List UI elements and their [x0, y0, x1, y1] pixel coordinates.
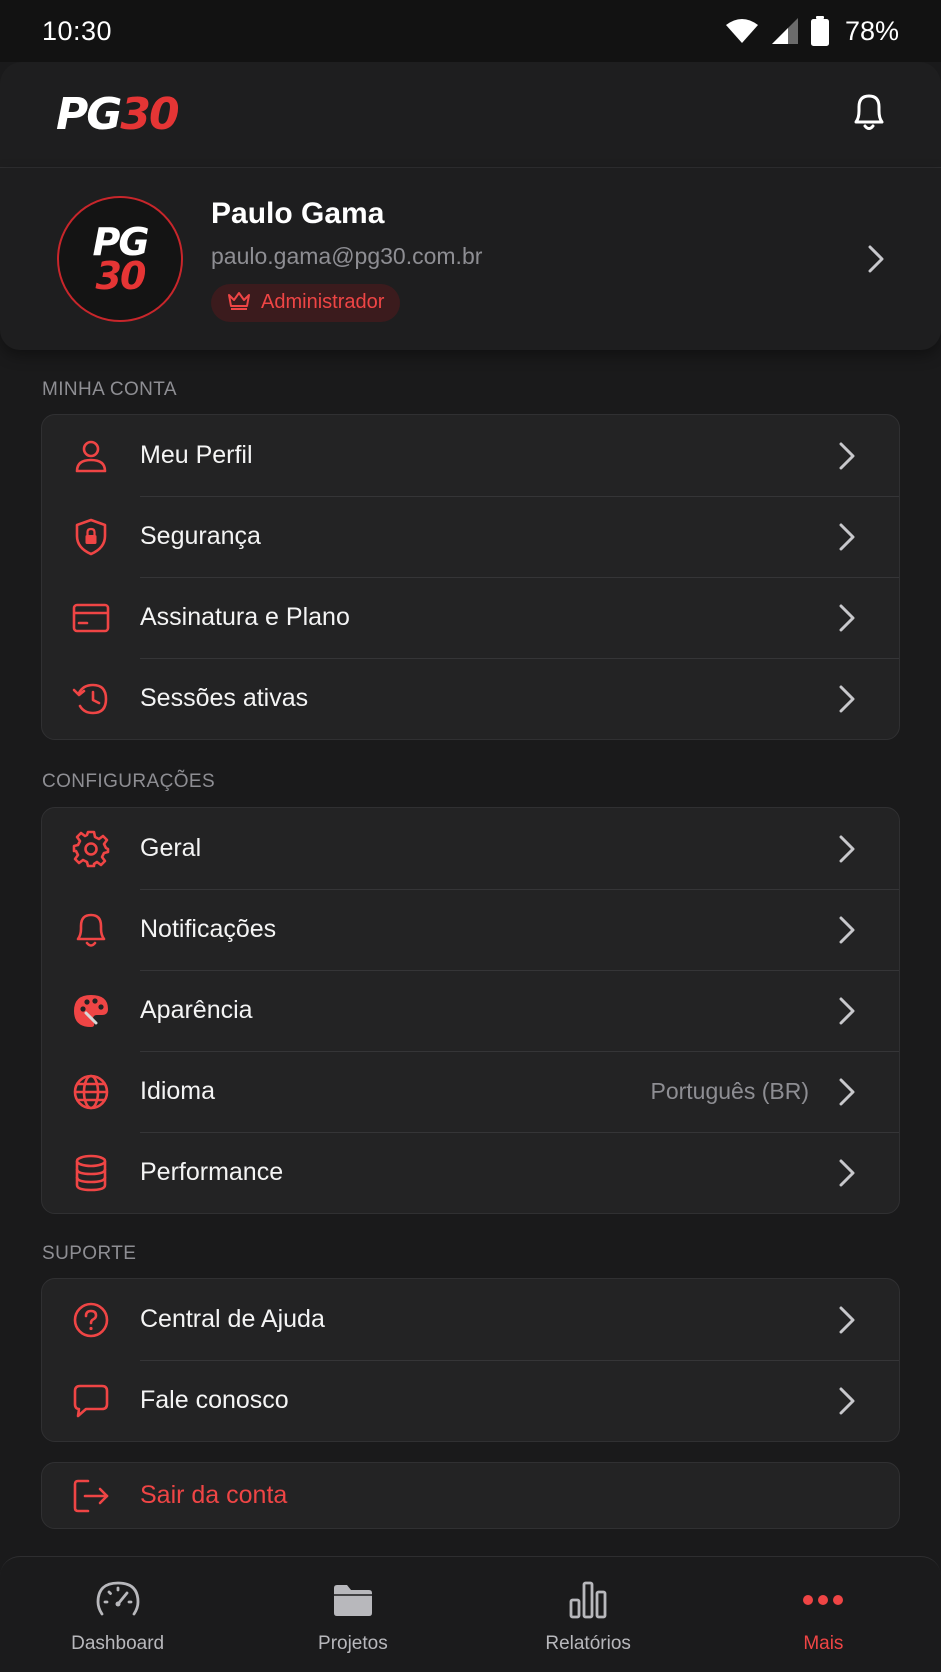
role-badge: Administrador	[211, 283, 401, 322]
menu-item-label: Performance	[140, 1158, 284, 1186]
menu-item-label: Assinatura e Plano	[140, 603, 350, 631]
chevron-right-icon	[839, 1078, 899, 1106]
chevron-right-icon	[839, 997, 899, 1025]
bar-chart-icon	[568, 1579, 608, 1621]
settings-card: Geral Notificações Aparência Idioma Port…	[41, 807, 900, 1214]
chevron-right-icon	[839, 916, 899, 944]
profile-email: paulo.gama@pg30.com.br	[211, 242, 483, 269]
nav-label: Mais	[803, 1633, 844, 1654]
palette-icon	[42, 993, 140, 1029]
menu-item-label: Notificações	[140, 915, 277, 943]
avatar-30-text: 30	[95, 254, 147, 298]
menu-item-notifications[interactable]: Notificações	[42, 889, 899, 970]
notifications-button[interactable]	[847, 93, 891, 137]
chevron-right-icon	[839, 442, 899, 470]
menu-item-label: Sessões ativas	[140, 684, 309, 712]
chevron-right-icon	[861, 244, 891, 274]
nav-item-projects[interactable]: Projetos	[235, 1557, 470, 1672]
support-card: Central de Ajuda Fale conosco	[41, 1278, 900, 1442]
menu-item-language[interactable]: Idioma Português (BR)	[42, 1051, 899, 1132]
menu-item-contact-us[interactable]: Fale conosco	[42, 1360, 899, 1441]
nav-label: Dashboard	[71, 1633, 165, 1654]
cell-signal-icon	[771, 17, 799, 45]
bottom-nav: Dashboard Projetos Relatórios Mais	[0, 1556, 941, 1672]
database-icon	[42, 1154, 140, 1192]
nav-label: Relatórios	[545, 1633, 631, 1654]
logo-30-text: 30	[120, 88, 179, 140]
chevron-right-icon	[839, 835, 899, 863]
menu-item-active-sessions[interactable]: Sessões ativas	[42, 658, 899, 739]
status-time: 10:30	[42, 15, 113, 46]
profile-info: Paulo Gama paulo.gama@pg30.com.br Admini…	[211, 197, 861, 322]
language-value: Português (BR)	[650, 1078, 809, 1104]
chevron-right-icon	[839, 685, 899, 713]
menu-item-label: Aparência	[140, 996, 253, 1024]
role-label: Administrador	[261, 291, 385, 313]
section-title-account: MINHA CONTA	[42, 379, 177, 400]
more-dots-icon	[802, 1579, 844, 1621]
logout-card: Sair da conta	[41, 1462, 900, 1529]
chevron-right-icon	[839, 1387, 899, 1415]
bell-icon	[850, 91, 888, 138]
chevron-right-icon	[839, 1159, 899, 1187]
nav-item-reports[interactable]: Relatórios	[471, 1557, 706, 1672]
avatar: PG 30	[57, 196, 183, 322]
menu-item-label: Idioma	[140, 1077, 216, 1105]
menu-item-label: Meu Perfil	[140, 441, 253, 469]
profile-name: Paulo Gama	[211, 196, 385, 230]
section-title-settings: CONFIGURAÇÕES	[42, 771, 216, 792]
logout-label: Sair da conta	[140, 1481, 288, 1509]
chat-icon	[42, 1383, 140, 1419]
section-title-support: SUPORTE	[42, 1243, 137, 1264]
shield-lock-icon	[42, 518, 140, 556]
menu-item-label: Geral	[140, 834, 202, 862]
menu-item-help-center[interactable]: Central de Ajuda	[42, 1279, 899, 1360]
bell-icon	[42, 911, 140, 949]
history-icon	[42, 681, 140, 717]
wifi-icon	[725, 18, 759, 44]
menu-item-label: Fale conosco	[140, 1386, 289, 1414]
user-icon	[42, 438, 140, 474]
menu-item-label: Central de Ajuda	[140, 1305, 325, 1333]
chevron-right-icon	[839, 1306, 899, 1334]
speedometer-icon	[96, 1579, 140, 1621]
menu-item-label: Segurança	[140, 522, 261, 550]
globe-icon	[42, 1073, 140, 1111]
gear-icon	[42, 830, 140, 868]
crown-icon	[227, 290, 251, 316]
status-bar: 10:30 78%	[0, 0, 941, 62]
nav-label: Projetos	[318, 1633, 388, 1654]
help-circle-icon	[42, 1301, 140, 1339]
menu-item-my-profile[interactable]: Meu Perfil	[42, 415, 899, 496]
status-icons: 78%	[725, 16, 899, 47]
menu-item-general[interactable]: Geral	[42, 808, 899, 889]
app-header: PG 30	[0, 62, 941, 168]
menu-item-security[interactable]: Segurança	[42, 496, 899, 577]
nav-item-dashboard[interactable]: Dashboard	[0, 1557, 235, 1672]
battery-percent: 78%	[844, 15, 899, 46]
logout-button[interactable]: Sair da conta	[42, 1463, 899, 1528]
logo-pg-text: PG	[56, 88, 122, 140]
account-card: Meu Perfil Segurança Assinatura e Plano	[41, 414, 900, 740]
credit-card-icon	[42, 603, 140, 633]
chevron-right-icon	[839, 604, 899, 632]
menu-item-performance[interactable]: Performance	[42, 1132, 899, 1213]
profile-card[interactable]: PG 30 Paulo Gama paulo.gama@pg30.com.br …	[0, 168, 941, 350]
logout-icon	[42, 1478, 140, 1514]
folder-icon	[332, 1579, 374, 1621]
app-logo: PG 30	[56, 88, 180, 140]
chevron-right-icon	[839, 523, 899, 551]
battery-icon	[810, 16, 829, 46]
menu-item-subscription[interactable]: Assinatura e Plano	[42, 577, 899, 658]
nav-item-more[interactable]: Mais	[706, 1557, 941, 1672]
menu-item-appearance[interactable]: Aparência	[42, 970, 899, 1051]
